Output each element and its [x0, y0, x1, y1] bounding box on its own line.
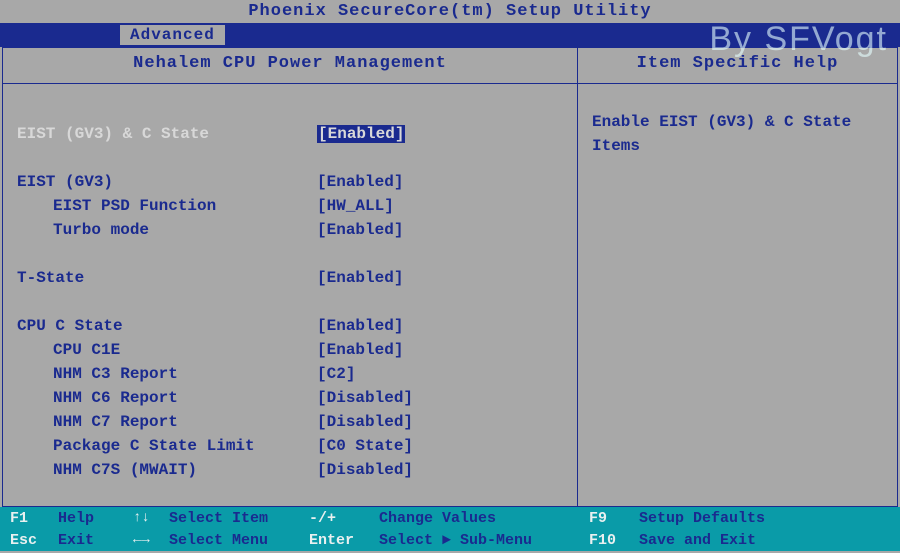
setting-cpu-c1e[interactable]: CPU C1E Enabled [17, 338, 563, 362]
action-select-submenu: Select ► Sub-Menu [379, 532, 589, 549]
help-panel: Item Specific Help Enable EIST (GV3) & C… [578, 48, 897, 506]
setting-label: NHM C3 Report [17, 365, 317, 383]
setting-value[interactable]: Disabled [317, 461, 413, 479]
footer-row-1: F1 Help ↑↓ Select Item -/+ Change Values… [10, 507, 890, 529]
setting-label: T-State [17, 269, 317, 287]
arrow-updown-icon: ↑↓ [133, 510, 169, 526]
key-f9[interactable]: F9 [589, 510, 639, 527]
setting-label: EIST (GV3) & C State [17, 125, 317, 143]
setting-label: EIST (GV3) [17, 173, 317, 191]
setting-value[interactable]: C0 State [317, 437, 413, 455]
setting-label: NHM C7S (MWAIT) [17, 461, 317, 479]
setting-pkg-climit[interactable]: Package C State Limit C0 State [17, 434, 563, 458]
setting-eist-psd[interactable]: EIST PSD Function HW_ALL [17, 194, 563, 218]
setting-value[interactable]: Enabled [317, 173, 403, 191]
setting-label: CPU C State [17, 317, 317, 335]
footer-keys: F1 Help ↑↓ Select Item -/+ Change Values… [0, 507, 900, 551]
action-save-exit: Save and Exit [639, 532, 756, 549]
tab-bar: Advanced [0, 23, 900, 47]
setting-nhm-c6[interactable]: NHM C6 Report Disabled [17, 386, 563, 410]
setting-eist-gv3[interactable]: EIST (GV3) Enabled [17, 170, 563, 194]
action-setup-defaults: Setup Defaults [639, 510, 765, 527]
key-plusminus[interactable]: -/+ [309, 510, 379, 527]
help-text: Enable EIST (GV3) & C State Items [578, 84, 897, 506]
setting-label: NHM C7 Report [17, 413, 317, 431]
setting-value[interactable]: Enabled [317, 341, 403, 359]
key-f10[interactable]: F10 [589, 532, 639, 549]
key-enter[interactable]: Enter [309, 532, 379, 549]
setting-label: Package C State Limit [17, 437, 317, 455]
setting-turbo[interactable]: Turbo mode Enabled [17, 218, 563, 242]
action-exit: Exit [58, 532, 133, 549]
setting-cpu-cstate[interactable]: CPU C State Enabled [17, 314, 563, 338]
help-panel-header: Item Specific Help [578, 48, 897, 84]
content-area: Nehalem CPU Power Management EIST (GV3) … [2, 47, 898, 507]
setting-label: CPU C1E [17, 341, 317, 359]
setting-label: Turbo mode [17, 221, 317, 239]
setting-value[interactable]: Enabled [317, 317, 403, 335]
footer-row-2: Esc Exit ←→ Select Menu Enter Select ► S… [10, 529, 890, 551]
action-select-item: Select Item [169, 510, 309, 527]
main-panel-header: Nehalem CPU Power Management [3, 48, 577, 84]
setting-value[interactable]: Disabled [317, 389, 413, 407]
setting-value[interactable]: Disabled [317, 413, 413, 431]
setting-value[interactable]: Enabled [317, 269, 403, 287]
action-select-menu: Select Menu [169, 532, 309, 549]
setting-tstate[interactable]: T-State Enabled [17, 266, 563, 290]
setting-label: NHM C6 Report [17, 389, 317, 407]
key-esc[interactable]: Esc [10, 532, 58, 549]
setting-eist-cstate[interactable]: EIST (GV3) & C State Enabled [17, 122, 563, 146]
settings-list: EIST (GV3) & C State Enabled EIST (GV3) … [3, 84, 577, 506]
setting-nhm-c3[interactable]: NHM C3 Report C2 [17, 362, 563, 386]
setting-value[interactable]: HW_ALL [317, 197, 394, 215]
setting-nhm-c7[interactable]: NHM C7 Report Disabled [17, 410, 563, 434]
setting-value[interactable]: Enabled [317, 125, 405, 143]
bios-title: Phoenix SecureCore(tm) Setup Utility [0, 0, 900, 23]
setting-value[interactable]: Enabled [317, 221, 403, 239]
tab-advanced[interactable]: Advanced [120, 25, 225, 45]
key-f1[interactable]: F1 [10, 510, 58, 527]
arrow-leftright-icon: ←→ [133, 532, 169, 548]
setting-value[interactable]: C2 [317, 365, 355, 383]
main-panel: Nehalem CPU Power Management EIST (GV3) … [3, 48, 578, 506]
setting-label: EIST PSD Function [17, 197, 317, 215]
action-change-values: Change Values [379, 510, 589, 527]
action-help: Help [58, 510, 133, 527]
setting-nhm-c7s[interactable]: NHM C7S (MWAIT) Disabled [17, 458, 563, 482]
